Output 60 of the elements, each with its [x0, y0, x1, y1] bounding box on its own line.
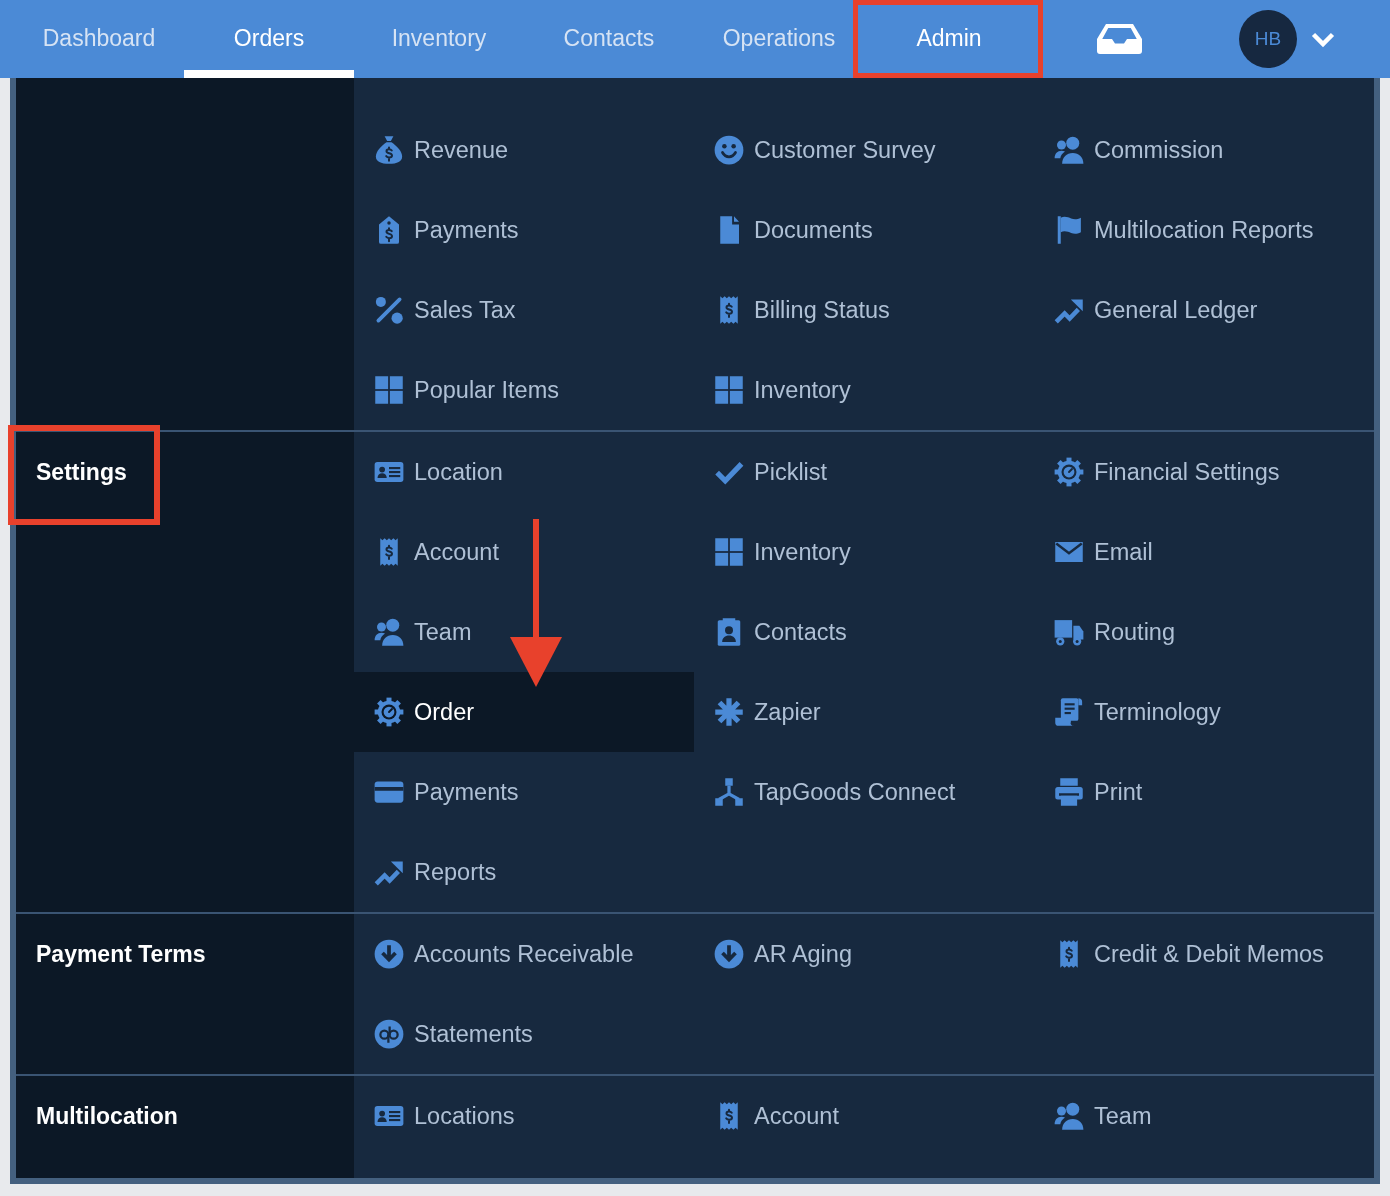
menu-item[interactable]: General Ledger — [1034, 270, 1374, 350]
section-title: Multilocation — [35, 1101, 179, 1131]
menu-item[interactable]: Credit & Debit Memos — [1034, 914, 1374, 994]
section-title: Settings — [35, 457, 128, 487]
arrow-down-circle-icon — [714, 939, 744, 969]
menu-item[interactable]: TapGoods Connect — [694, 752, 1034, 832]
menu-item[interactable]: Zapier — [694, 672, 1034, 752]
users-icon — [1054, 135, 1084, 165]
menu-item[interactable]: Billing Status — [694, 270, 1034, 350]
menu-item[interactable]: Order — [354, 672, 694, 752]
logo-icon — [374, 1019, 404, 1049]
menu-item[interactable]: Popular Items — [354, 350, 694, 430]
menu-item[interactable]: Accounts Receivable — [354, 914, 694, 994]
menu-item[interactable]: Customer Survey — [694, 110, 1034, 190]
truck-icon — [1054, 617, 1084, 647]
users-icon — [374, 617, 404, 647]
menu-item[interactable]: Statements — [354, 994, 694, 1074]
section-title: Payment Terms — [35, 939, 207, 969]
menu-item[interactable]: Documents — [694, 190, 1034, 270]
menu-item[interactable]: Financial Settings — [1034, 432, 1374, 512]
gear-icon — [1054, 457, 1084, 487]
gear-icon — [374, 697, 404, 727]
grid-icon — [714, 537, 744, 567]
menu-item[interactable]: Locations — [354, 1076, 694, 1156]
percent-icon — [374, 295, 404, 325]
menu-item[interactable]: Commission — [1034, 110, 1374, 190]
asterisk-icon — [714, 697, 744, 727]
chevron-down-icon[interactable] — [1311, 32, 1335, 48]
menu-item[interactable]: Inventory — [694, 512, 1034, 592]
arrow-down-circle-icon — [374, 939, 404, 969]
moneybag-icon — [374, 135, 404, 165]
inbox-icon[interactable] — [1096, 24, 1142, 54]
menu-item[interactable]: AR Aging — [694, 914, 1034, 994]
menu-item[interactable]: Email — [1034, 512, 1374, 592]
grid-icon — [374, 375, 404, 405]
grid-icon — [714, 375, 744, 405]
menu-item[interactable]: Multilocation Reports — [1034, 190, 1374, 270]
menu-item[interactable]: Print — [1034, 752, 1374, 832]
menu-item[interactable]: Reports — [354, 832, 694, 912]
menu-item[interactable]: Picklist — [694, 432, 1034, 512]
menu-item[interactable]: Payments — [354, 752, 694, 832]
printer-icon — [1054, 777, 1084, 807]
menu-item[interactable]: Contacts — [694, 592, 1034, 672]
menu-item[interactable]: Payments — [354, 190, 694, 270]
network-icon — [714, 777, 744, 807]
users-icon — [1054, 1101, 1084, 1131]
menu-item[interactable]: Account — [354, 512, 694, 592]
user-avatar[interactable]: HB — [1239, 10, 1297, 68]
menu-item[interactable]: Inventory — [694, 350, 1034, 430]
menu-item[interactable]: Routing — [1034, 592, 1374, 672]
menu-item[interactable]: Team — [1034, 1076, 1374, 1156]
menu-item[interactable]: Sales Tax — [354, 270, 694, 350]
scroll-icon — [1054, 697, 1084, 727]
smiley-icon — [714, 135, 744, 165]
menu-item[interactable]: Terminology — [1034, 672, 1374, 752]
menu-item[interactable]: Account — [694, 1076, 1034, 1156]
menu-item[interactable]: Team — [354, 592, 694, 672]
menu-item[interactable]: Revenue — [354, 110, 694, 190]
nav-tab[interactable]: Admin — [864, 0, 1034, 78]
menu-item[interactable]: Location — [354, 432, 694, 512]
